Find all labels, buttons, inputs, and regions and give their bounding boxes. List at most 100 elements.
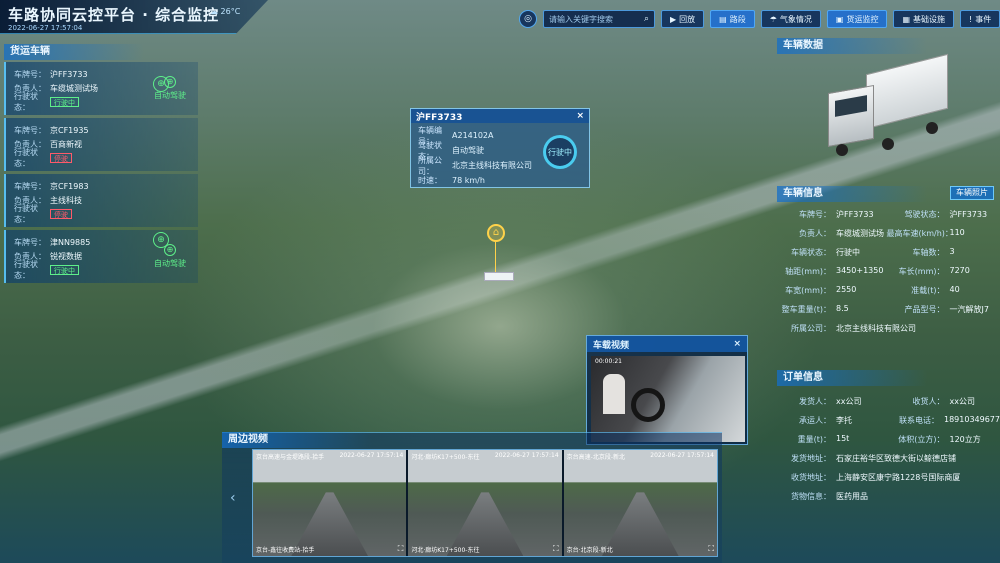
truck-on-road[interactable] (484, 272, 514, 281)
info-value: 北京主线科技有限公司 (836, 324, 916, 333)
order-value: 18910349677 (944, 415, 1000, 424)
fullscreen-icon[interactable]: ⛶ (553, 544, 559, 554)
vehicle-card-1[interactable]: 车牌号： 京CF1935 负责人： 百商新视 行驶状态： 停驶 (4, 118, 198, 171)
playback-button[interactable]: ▶ 回放 (661, 10, 705, 28)
vehicle-data-title: 车辆数据 (777, 38, 927, 54)
weather-temp: 26°C (220, 7, 241, 16)
info-value: 一汽解放J7 (949, 305, 989, 314)
order-value: 15t (836, 434, 850, 443)
fullscreen-icon[interactable]: ⛶ (398, 544, 404, 554)
surround-feed-0[interactable]: 京台高速与金堤路段-拾手 2022-06-27 17:57:14 京台-鑫往收费站… (253, 450, 407, 556)
search-input[interactable] (549, 14, 637, 24)
order-value: xx公司 (836, 397, 862, 406)
road-section-button[interactable]: ▤ 路段 (710, 10, 755, 28)
auto-drive-label: 自动驾驶 (154, 91, 186, 100)
events-label: 事件 (975, 14, 992, 24)
feed-name: 京台高速-北京段-新北 (566, 454, 625, 461)
info-value: 沪FF3733 (836, 210, 874, 219)
vehicle-info-title: 车辆信息 (777, 186, 927, 202)
plate-key: 车牌号： (14, 237, 46, 247)
vehicle-card-2[interactable]: 车牌号： 京CF1983 负责人： 主线科技 行驶状态： 停驶 (4, 174, 198, 227)
map-pin-icon[interactable]: ⊕ (153, 76, 169, 92)
infrastructure-button[interactable]: ▦ 基础设施 (893, 10, 955, 28)
vehicle-popup: 沪FF3733 × 车辆编号： A214102A 驾驶状态： 自动驾驶 所属公司： 北京… (410, 108, 590, 188)
info-key: 产品型号： (904, 305, 945, 314)
info-value: 3450+1350 (836, 266, 884, 275)
vehicle-plate: 沪FF3733 (50, 69, 88, 79)
popup-close-icon[interactable]: × (576, 111, 584, 121)
status-badge: 停驶 (50, 153, 72, 163)
info-key: 车长(mm)： (898, 267, 945, 276)
search-box[interactable]: ⌕ (543, 10, 655, 28)
truck-illustration (826, 53, 950, 160)
order-key: 收货人： (912, 397, 945, 406)
info-key: 轴距(mm)： (785, 267, 831, 276)
popup-plate: 沪FF3733 (416, 112, 463, 123)
map-pin-icon[interactable]: ⊕ (153, 232, 169, 248)
info-value: 8.5 (836, 304, 849, 313)
surround-feed-1[interactable]: 河北·廊坊K17+500-东往 2022-06-27 17:57:14 河北·廊坊… (408, 450, 562, 556)
feed-caption: 京台-鑫往收费站-拾手 (256, 547, 315, 554)
feed-caption: 京台·北京段-新北 (566, 547, 613, 554)
popup-value: A214102A (452, 131, 494, 140)
feed-name: 河北·廊坊K17+500-东往 (411, 454, 480, 461)
order-key: 发货人： (799, 397, 831, 406)
events-button[interactable]: ! 事件 (960, 10, 1000, 28)
freight-monitor-button[interactable]: ▣ 货运监控 (826, 10, 888, 28)
freight-monitor-label: 货运监控 (846, 14, 879, 24)
surround-video-title: 周边视频 (222, 432, 372, 448)
truck-cargo (866, 53, 948, 130)
order-key: 货物信息： (791, 492, 831, 501)
order-key: 收货地址： (791, 473, 831, 482)
popup-value: 自动驾驶 (452, 146, 484, 155)
driver-figure (603, 374, 625, 414)
feed-time: 2022-06-27 17:57:14 (494, 452, 559, 459)
order-value: 医药用品 (836, 492, 868, 501)
status-key: 行驶状态： (14, 148, 38, 168)
vehicle-plate: 京CF1935 (50, 125, 89, 135)
info-value: 40 (949, 285, 960, 294)
info-key: 车牌号： (799, 210, 831, 219)
fullscreen-icon[interactable]: ⛶ (708, 544, 714, 554)
vehicle-location-pin-icon[interactable]: ⌂ (487, 224, 505, 242)
feed-caption: 河北·廊坊K17+500-东往 (411, 547, 480, 554)
play-icon: ▶ (670, 14, 677, 24)
status-badge: 停驶 (50, 209, 72, 219)
vehicle-owner: 主线科技 (50, 195, 82, 205)
truck-cab (828, 84, 874, 148)
info-value: 车缆城测试场 (836, 229, 884, 238)
freight-vehicles-title: 货运车辆 (4, 44, 144, 60)
vehicle-owner: 百商新视 (50, 139, 82, 149)
cabin-video-feed[interactable]: 00:00:21 (591, 356, 745, 442)
search-icon: ⌕ (643, 14, 649, 24)
title-bar: 车路协同云控平台 · 综合监控 2022-06-27 17:57:04 ☁ 26… (0, 0, 268, 34)
location-button[interactable]: ◎ (519, 10, 537, 28)
road-section-label: 路段 (729, 14, 746, 24)
plate-key: 车牌号： (14, 69, 46, 79)
page-title: 车路协同云控平台 · 综合监控 (8, 6, 220, 24)
vehicle-list: 车牌号： 沪FF3733 负责人： 车缆城测试场 行驶状态： 行驶中 ⊕ 自动驾驶 车牌… (4, 62, 198, 286)
info-value: 行驶中 (836, 248, 860, 257)
weather-button[interactable]: ☂ 气象情况 (760, 10, 821, 28)
info-key: 整车重量(t)： (781, 305, 831, 314)
surround-video-strip: 京台高速与金堤路段-拾手 2022-06-27 17:57:14 京台-鑫往收费站… (252, 449, 718, 557)
target-icon: ◎ (524, 14, 532, 24)
info-value: 7270 (949, 266, 970, 275)
order-value: 上海静安区康宁路1228号国际商厦 (836, 473, 961, 482)
info-key: 驾驶状态： (904, 210, 945, 219)
event-icon: ! (969, 14, 973, 24)
vehicle-photo-button[interactable]: 车辆照片 (950, 186, 994, 200)
building-icon: ▦ (902, 14, 911, 24)
chevron-left-icon[interactable]: ‹ (230, 490, 236, 506)
info-key: 车宽(mm)： (785, 286, 831, 295)
surround-feed-2[interactable]: 京台高速-北京段-新北 2022-06-27 17:57:14 京台·北京段-新北… (563, 450, 717, 556)
order-info-grid: 发货人： xx公司 收货人： xx公司 承运人： 李托 联系电话： 18910349677 … (773, 392, 1000, 506)
info-value: 2550 (836, 285, 857, 294)
top-toolbar: ◎ ⌕ ▶回放 ▤路段 ☂气象情况 ▣货运监控 ▦基础设施 !事件 (519, 10, 1000, 28)
close-icon[interactable]: × (733, 339, 741, 349)
order-key: 发货地址： (791, 454, 831, 463)
info-value: 3 (949, 247, 955, 256)
cabin-video-title: 车载视频 (593, 340, 630, 351)
info-value: 沪FF3733 (949, 210, 988, 219)
vehicle-card-0[interactable]: 车牌号： 沪FF3733 负责人： 车缆城测试场 行驶状态： 行驶中 ⊕ 自动驾驶 (4, 62, 198, 115)
